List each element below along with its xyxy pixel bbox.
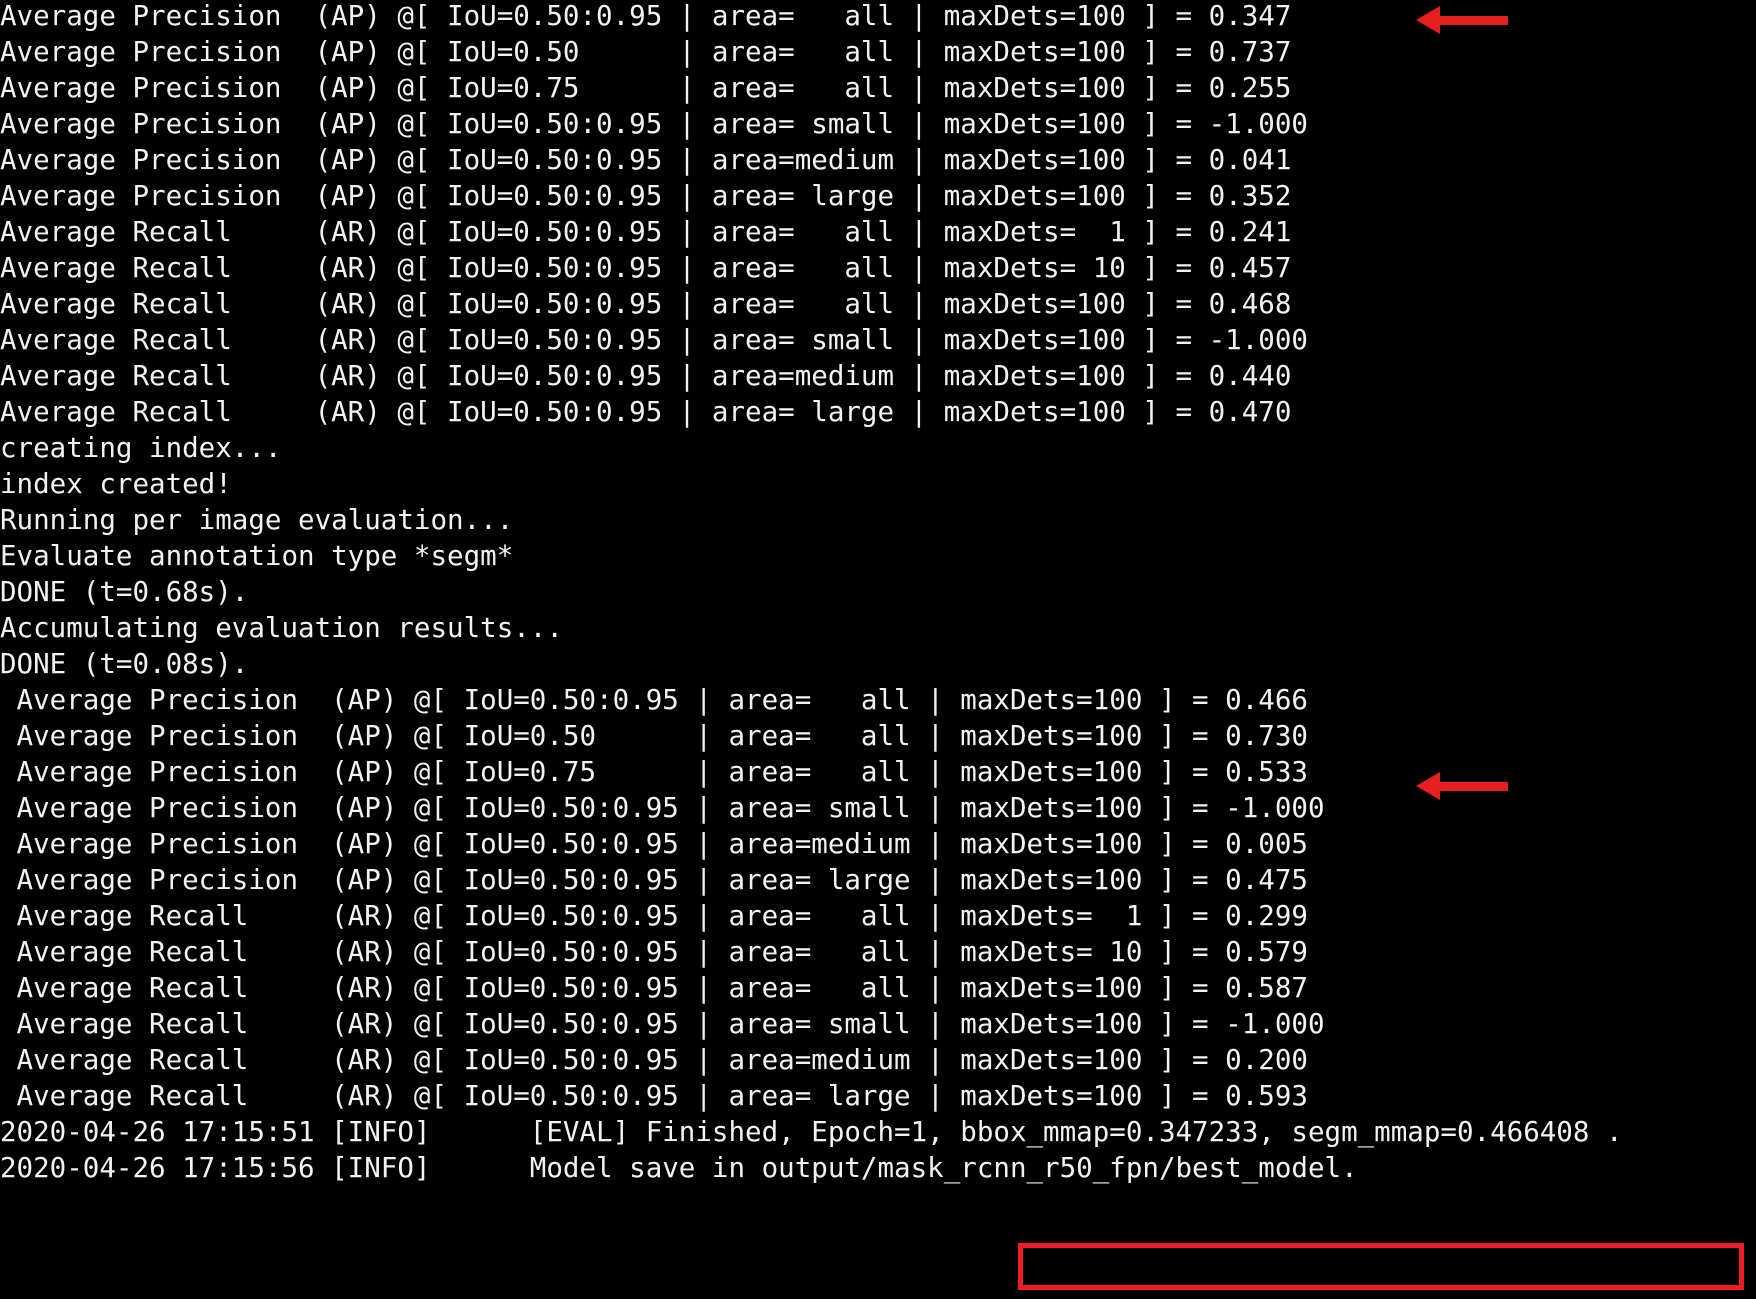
terminal-line: Average Precision (AP) @[ IoU=0.50:0.95 … (0, 864, 1308, 896)
terminal-line: Running per image evaluation... (0, 504, 514, 536)
terminal-line: Average Recall (AR) @[ IoU=0.50:0.95 | a… (0, 936, 1308, 968)
terminal-line: Average Precision (AP) @[ IoU=0.50 | are… (0, 720, 1308, 752)
terminal-line: Average Recall (AR) @[ IoU=0.50:0.95 | a… (0, 1080, 1308, 1112)
terminal-line: Average Recall (AR) @[ IoU=0.50:0.95 | a… (0, 972, 1308, 1004)
terminal-line: Evaluate annotation type *segm* (0, 540, 514, 572)
terminal-line: Average Precision (AP) @[ IoU=0.50:0.95 … (0, 180, 1292, 212)
terminal-line: index created! (0, 468, 232, 500)
terminal-screen: Average Precision (AP) @[ IoU=0.50:0.95 … (0, 0, 1756, 1299)
terminal-line: Average Precision (AP) @[ IoU=0.50:0.95 … (0, 792, 1325, 824)
terminal-line: Average Precision (AP) @[ IoU=0.50:0.95 … (0, 144, 1292, 176)
terminal-line: creating index... (0, 432, 282, 464)
terminal-line: Average Recall (AR) @[ IoU=0.50:0.95 | a… (0, 396, 1292, 428)
terminal-line: DONE (t=0.08s). (0, 648, 249, 680)
terminal-line: Average Recall (AR) @[ IoU=0.50:0.95 | a… (0, 324, 1308, 356)
terminal-line: DONE (t=0.68s). (0, 576, 249, 608)
terminal-line: Average Precision (AP) @[ IoU=0.50 | are… (0, 36, 1292, 68)
terminal-line: Average Recall (AR) @[ IoU=0.50:0.95 | a… (0, 216, 1292, 248)
terminal-line: 2020-04-26 17:15:56 [INFO] Model save in… (0, 1152, 1358, 1184)
terminal-line: Average Precision (AP) @[ IoU=0.50:0.95 … (0, 108, 1308, 140)
terminal-line: Average Recall (AR) @[ IoU=0.50:0.95 | a… (0, 900, 1308, 932)
terminal-line: Average Precision (AP) @[ IoU=0.50:0.95 … (0, 828, 1308, 860)
terminal-line: Average Recall (AR) @[ IoU=0.50:0.95 | a… (0, 252, 1292, 284)
terminal-line: Accumulating evaluation results... (0, 612, 563, 644)
terminal-line: 2020-04-26 17:15:51 [INFO] [EVAL] Finish… (0, 1116, 1623, 1148)
terminal-line: Average Precision (AP) @[ IoU=0.50:0.95 … (0, 684, 1308, 716)
terminal-line: Average Recall (AR) @[ IoU=0.50:0.95 | a… (0, 1008, 1325, 1040)
terminal-line: Average Recall (AR) @[ IoU=0.50:0.95 | a… (0, 288, 1292, 320)
terminal-line: Average Precision (AP) @[ IoU=0.50:0.95 … (0, 0, 1292, 32)
terminal-output[interactable]: Average Precision (AP) @[ IoU=0.50:0.95 … (0, 0, 1756, 1297)
terminal-line: Average Precision (AP) @[ IoU=0.75 | are… (0, 72, 1292, 104)
terminal-line: Average Precision (AP) @[ IoU=0.75 | are… (0, 756, 1308, 788)
terminal-line: Average Recall (AR) @[ IoU=0.50:0.95 | a… (0, 1044, 1308, 1076)
terminal-line: Average Recall (AR) @[ IoU=0.50:0.95 | a… (0, 360, 1292, 392)
